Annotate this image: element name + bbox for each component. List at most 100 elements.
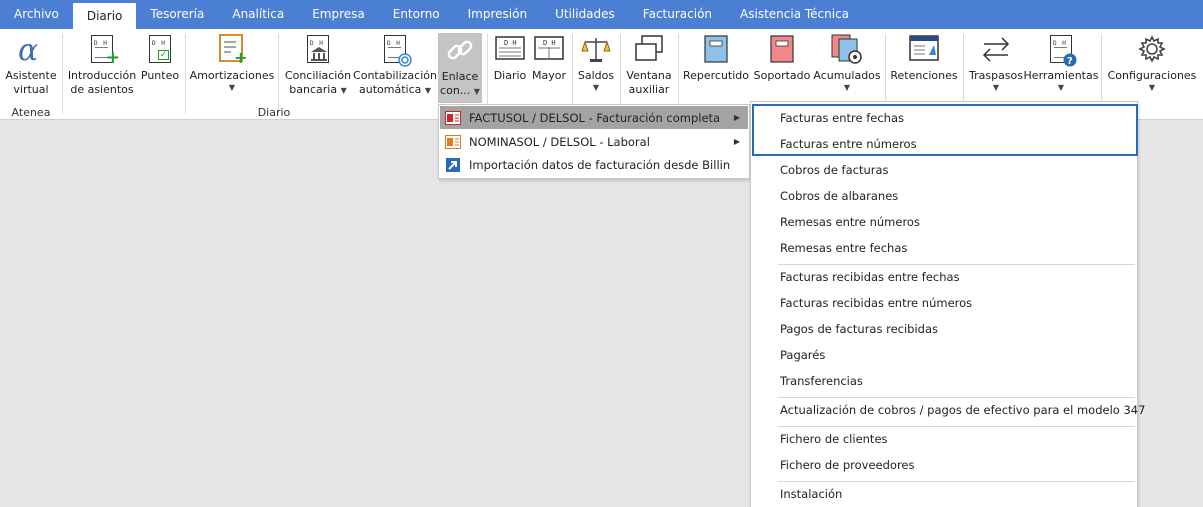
amortization-doc-icon: +	[216, 32, 248, 66]
red-book-icon	[766, 32, 798, 66]
doc-help-icon: D H ?	[1045, 32, 1077, 67]
retenciones-button[interactable]: Retenciones	[890, 32, 958, 83]
doc-bank-icon: D H	[302, 32, 334, 66]
button-label: virtual	[13, 83, 49, 96]
tab-facturacion[interactable]: Facturación	[629, 0, 726, 29]
configuraciones-button[interactable]: Configuraciones ▼	[1106, 32, 1198, 93]
nominasol-app-icon	[445, 134, 461, 149]
menu-item-factusol[interactable]: FACTUSOL / DELSOL - Facturación completa…	[440, 106, 748, 129]
button-label: Traspasos	[968, 69, 1023, 82]
menu-item-nominasol[interactable]: NOMINASOL / DELSOL - Laboral ▶	[440, 130, 748, 153]
button-label: con... ▼	[440, 84, 480, 97]
svg-text:D H: D H	[543, 39, 556, 47]
menu-item-label: Importación datos de facturación desde B…	[469, 157, 731, 172]
menu-item-billin[interactable]: Importación datos de facturación desde B…	[440, 153, 748, 176]
submenu-item-cobros-albaranes[interactable]: Cobros de albaranes	[780, 189, 898, 203]
svg-text:α: α	[18, 34, 38, 64]
chevron-down-icon: ▼	[424, 86, 432, 95]
chevron-down-icon: ▼	[473, 87, 480, 96]
chevron-down-icon: ▼	[843, 83, 851, 92]
button-label: Conciliación	[284, 69, 352, 82]
button-label: Ventana	[626, 69, 672, 82]
conciliacion-bancaria-button[interactable]: D H Conciliación bancaria ▼	[283, 32, 353, 97]
svg-text:?: ?	[1067, 56, 1073, 67]
tab-entorno[interactable]: Entorno	[379, 0, 454, 29]
enlace-dropdown-menu: FACTUSOL / DELSOL - Facturación completa…	[438, 104, 750, 179]
contabilizacion-automatica-button[interactable]: D H Contabilización automática ▼	[353, 32, 437, 97]
submenu-item-fichero-proveedores[interactable]: Fichero de proveedores	[780, 458, 915, 472]
punteo-button[interactable]: D H ✓ Punteo	[139, 32, 181, 83]
submenu-item-facturas-entre-numeros[interactable]: Facturas entre números	[780, 137, 917, 151]
diario-button[interactable]: D H Diario	[492, 32, 528, 83]
introduccion-asientos-button[interactable]: D H + Introducción de asientos	[67, 32, 137, 97]
saldos-button[interactable]: Saldos ▼	[576, 32, 616, 93]
balance-scale-icon	[580, 32, 612, 66]
tab-impresion[interactable]: Impresión	[454, 0, 541, 29]
group-separator	[678, 34, 679, 114]
menu-item-label: FACTUSOL / DELSOL - Facturación completa	[469, 110, 721, 125]
button-label: Asistente	[5, 69, 57, 82]
repercutido-button[interactable]: Repercutido	[683, 32, 749, 83]
tab-archivo[interactable]: Archivo	[0, 0, 73, 29]
group-separator	[572, 34, 573, 114]
svg-text:+: +	[234, 48, 247, 65]
chevron-down-icon: ▼	[340, 86, 347, 95]
asistente-virtual-button[interactable]: α Asistente virtual	[4, 32, 58, 97]
import-arrow-icon	[446, 157, 460, 172]
tab-utilidades[interactable]: Utilidades	[541, 0, 629, 29]
submenu-item-transferencias[interactable]: Transferencias	[780, 374, 863, 388]
chevron-right-icon: ▶	[733, 113, 740, 122]
submenu-item-recibidas-entre-fechas[interactable]: Facturas recibidas entre fechas	[780, 270, 960, 284]
button-label: Herramientas	[1023, 69, 1099, 82]
submenu-item-facturas-entre-fechas[interactable]: Facturas entre fechas	[780, 111, 904, 125]
blue-book-icon	[700, 32, 732, 66]
button-label: Amortizaciones	[189, 69, 275, 82]
chevron-down-icon: ▼	[992, 83, 1000, 92]
submenu-item-fichero-clientes[interactable]: Fichero de clientes	[780, 432, 888, 446]
submenu-item-remesas-entre-numeros[interactable]: Remesas entre números	[780, 215, 920, 229]
submenu-item-instalacion[interactable]: Instalación	[780, 487, 842, 501]
submenu-item-cobros-facturas[interactable]: Cobros de facturas	[780, 163, 889, 177]
tab-analitica[interactable]: Analítica	[218, 0, 298, 29]
submenu-item-pagos-recibidas[interactable]: Pagos de facturas recibidas	[780, 322, 938, 336]
group-separator	[62, 34, 63, 114]
button-label: Soportado	[753, 69, 811, 82]
doc-plus-icon: D H +	[86, 32, 120, 67]
tab-asistencia-tecnica[interactable]: Asistencia Técnica	[726, 0, 863, 29]
chevron-down-icon: ▼	[228, 83, 236, 92]
swap-arrows-icon	[980, 32, 1012, 66]
chevron-right-icon: ▶	[733, 137, 740, 146]
tab-empresa[interactable]: Empresa	[298, 0, 379, 29]
button-label: Diario	[493, 69, 527, 82]
submenu-item-recibidas-entre-numeros[interactable]: Facturas recibidas entre números	[780, 296, 972, 310]
herramientas-button[interactable]: D H ? Herramientas ▼	[1023, 32, 1099, 93]
retention-window-icon	[908, 32, 940, 66]
mayor-button[interactable]: D H Mayor	[531, 32, 567, 83]
traspasos-button[interactable]: Traspasos ▼	[968, 32, 1024, 93]
acumulados-button[interactable]: Acumulados ▼	[813, 32, 881, 93]
windows-icon	[633, 32, 665, 66]
submenu-item-pagares[interactable]: Pagarés	[780, 348, 825, 362]
ledger-window-icon: D H	[533, 32, 565, 66]
tab-tesoreria[interactable]: Tesorería	[136, 0, 218, 29]
gear-icon	[1136, 32, 1168, 66]
button-label: de asientos	[70, 83, 134, 96]
ventana-auxiliar-button[interactable]: Ventana auxiliar	[624, 32, 674, 97]
chevron-down-icon: ▼	[1057, 83, 1065, 92]
doc-check-icon: D H ✓	[144, 32, 176, 66]
group-separator	[487, 34, 488, 114]
soportado-button[interactable]: Soportado	[752, 32, 812, 83]
button-label: Configuraciones	[1107, 69, 1197, 82]
group-separator	[185, 34, 186, 114]
enlace-con-button[interactable]: Enlace con... ▼	[438, 33, 482, 103]
button-label: Repercutido	[682, 69, 750, 82]
ledger-window-icon: D H	[494, 32, 526, 66]
submenu-item-remesas-entre-fechas[interactable]: Remesas entre fechas	[780, 241, 907, 255]
tab-diario[interactable]: Diario	[72, 3, 137, 29]
books-gear-icon	[831, 32, 863, 66]
submenu-item-actualizacion-347[interactable]: Actualización de cobros / pagos de efect…	[780, 403, 1145, 417]
chevron-down-icon: ▼	[1148, 83, 1156, 92]
doc-refresh-icon: D H	[379, 32, 412, 67]
amortizaciones-button[interactable]: + Amortizaciones ▼	[190, 32, 274, 93]
group-label-diario: Diario	[257, 106, 291, 119]
